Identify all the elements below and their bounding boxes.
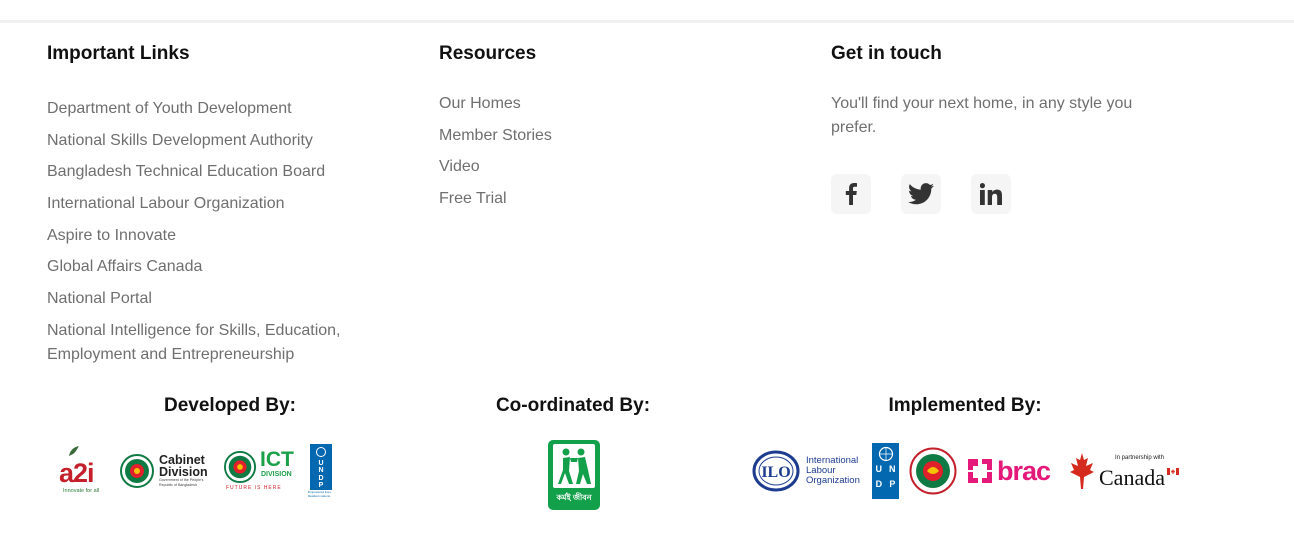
link-national-portal[interactable]: National Portal bbox=[47, 287, 407, 311]
implemented-by-logos: ILO International Labour Organization U … bbox=[752, 442, 1184, 500]
implemented-by-title: Implemented By: bbox=[888, 395, 1042, 416]
brac-logo[interactable]: brac bbox=[965, 451, 1061, 491]
undp2-letter-p: P bbox=[889, 479, 896, 489]
link-national-intelligence[interactable]: National Intelligence for Skills, Educat… bbox=[47, 319, 407, 367]
bd-govt-logo[interactable] bbox=[909, 447, 957, 495]
undp-logo-2[interactable]: U N D P bbox=[872, 443, 900, 499]
ict-line2: DIVISION bbox=[261, 471, 292, 478]
twitter-button[interactable] bbox=[901, 174, 941, 214]
karmai-inner-panel bbox=[553, 444, 595, 488]
cabinet-line2: Division bbox=[159, 465, 208, 479]
coordinated-by-title: Co-ordinated By: bbox=[495, 395, 651, 416]
social-links bbox=[831, 174, 1191, 214]
un-emblem-icon bbox=[316, 447, 326, 457]
link-national-skills-development-authority[interactable]: National Skills Development Authority bbox=[47, 129, 407, 153]
karmai-jibon-logo[interactable]: কর্মই জীবন bbox=[548, 440, 600, 510]
a2i-tagline: Innovate for all bbox=[63, 488, 100, 494]
a2i-mark: a2i bbox=[59, 458, 95, 488]
coordinated-by-logos: কর্মই জীবন bbox=[548, 440, 600, 510]
top-divider bbox=[0, 20, 1294, 23]
a2i-bird-icon bbox=[69, 446, 79, 456]
ict-tagline: FUTURE IS HERE bbox=[226, 485, 282, 491]
ilo-mark: ILO bbox=[761, 464, 790, 481]
twitter-icon bbox=[908, 183, 934, 205]
ilo-line3: Organization bbox=[806, 475, 860, 486]
a2i-logo[interactable]: a2i Innovate for all bbox=[56, 442, 110, 500]
undp2-letter-d: D bbox=[875, 479, 883, 489]
developed-by-title: Developed By: bbox=[164, 395, 296, 416]
cabinet-sub2: Republic of Bangladesh bbox=[159, 483, 197, 487]
get-in-touch-title: Get in touch bbox=[831, 43, 942, 64]
undp2-letter-u: U bbox=[875, 464, 883, 474]
resources-section: Resources Our Homes Member Stories Video… bbox=[439, 42, 739, 219]
link-our-homes[interactable]: Our Homes bbox=[439, 92, 739, 116]
link-member-stories[interactable]: Member Stories bbox=[439, 124, 739, 148]
facebook-button[interactable] bbox=[831, 174, 871, 214]
link-department-of-youth-development[interactable]: Department of Youth Development bbox=[47, 97, 407, 121]
link-bangladesh-technical-education-board[interactable]: Bangladesh Technical Education Board bbox=[47, 160, 407, 184]
linkedin-icon bbox=[980, 183, 1002, 205]
brac-wordmark: brac bbox=[997, 455, 1051, 486]
resources-title: Resources bbox=[439, 43, 537, 64]
important-links-title: Important Links bbox=[47, 43, 190, 64]
get-in-touch-text: You'll find your next home, in any style… bbox=[831, 95, 1133, 136]
canada-logo[interactable]: In partnership with Canada bbox=[1069, 449, 1183, 493]
undp2-letter-n: N bbox=[889, 464, 896, 474]
ict-division-logo[interactable]: ICT DIVISION FUTURE IS HERE bbox=[224, 449, 306, 493]
un-emblem-icon bbox=[878, 446, 893, 462]
important-links-section: Important Links Department of Youth Deve… bbox=[47, 42, 407, 375]
brac-symbol-icon bbox=[968, 459, 992, 483]
link-international-labour-organization[interactable]: International Labour Organization bbox=[47, 192, 407, 216]
cabinet-division-logo[interactable]: Cabinet Division Government of the Peopl… bbox=[120, 451, 218, 491]
link-free-trial[interactable]: Free Trial bbox=[439, 187, 739, 211]
undp-logo[interactable]: U N D P Empowered lives. Resilient natio… bbox=[308, 444, 338, 498]
karmai-text: কর্মই জীবন bbox=[556, 493, 592, 502]
ilo-logo[interactable]: ILO International Labour Organization bbox=[752, 449, 864, 493]
canada-flag-icon bbox=[1167, 468, 1179, 475]
ict-line1: ICT bbox=[260, 448, 294, 471]
ilo-emblem-icon: ILO bbox=[752, 450, 800, 492]
linkedin-button[interactable] bbox=[971, 174, 1011, 214]
link-global-affairs-canada[interactable]: Global Affairs Canada bbox=[47, 255, 407, 279]
link-video[interactable]: Video bbox=[439, 155, 739, 179]
undp-box: U N D P bbox=[310, 444, 332, 490]
workers-figure-icon bbox=[558, 448, 591, 484]
undp-letter-n: N bbox=[318, 467, 324, 475]
undp-letter-p: P bbox=[318, 482, 324, 490]
undp-letter-d: D bbox=[318, 474, 324, 482]
maple-leaf-icon bbox=[1070, 453, 1094, 489]
developed-by-logos: a2i Innovate for all Cabinet Division Go… bbox=[56, 442, 348, 500]
bd-govt-emblem-icon bbox=[224, 451, 256, 483]
undp-tagline: Empowered lives. Resilient nations. bbox=[308, 490, 332, 498]
link-aspire-to-innovate[interactable]: Aspire to Innovate bbox=[47, 224, 407, 248]
canada-small: In partnership with bbox=[1115, 455, 1165, 461]
resources-list: Our Homes Member Stories Video Free Tria… bbox=[439, 92, 739, 211]
canada-wordmark: Canada bbox=[1099, 465, 1165, 490]
facebook-icon bbox=[845, 183, 857, 205]
bd-govt-emblem-icon bbox=[909, 447, 957, 495]
undp-box-2: U N D P bbox=[872, 443, 899, 499]
bd-govt-emblem-icon bbox=[120, 454, 154, 488]
undp-letter-u: U bbox=[318, 460, 324, 467]
important-links-list: Department of Youth Development National… bbox=[47, 97, 407, 367]
get-in-touch-section: Get in touch You'll find your next home,… bbox=[831, 42, 1191, 214]
